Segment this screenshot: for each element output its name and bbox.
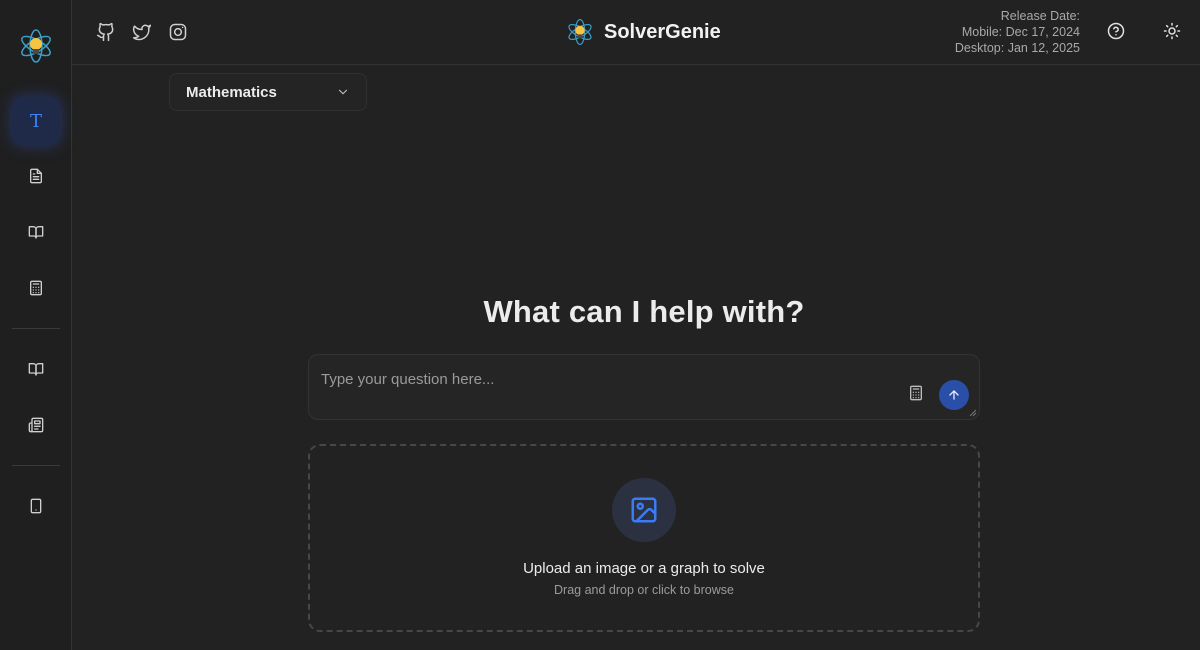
release-desktop: Desktop: Jan 12, 2025 xyxy=(954,41,1080,55)
twitter-link[interactable] xyxy=(132,22,152,42)
app-logo-icon[interactable] xyxy=(18,28,54,64)
chevron-down-icon xyxy=(338,89,348,95)
text-mode-icon: T xyxy=(29,110,42,132)
resize-handle-icon[interactable] xyxy=(969,409,977,417)
sidebar-item-library[interactable] xyxy=(12,345,60,393)
upload-title: Upload an image or a graph to solve xyxy=(523,560,765,577)
book-open-icon xyxy=(28,226,44,239)
release-label: Release Date: xyxy=(1000,9,1080,23)
image-icon xyxy=(631,497,657,523)
brand: SolverGenie xyxy=(566,18,721,46)
sidebar-divider xyxy=(12,465,60,466)
question-input[interactable] xyxy=(321,367,881,391)
app-title: SolverGenie xyxy=(604,20,721,43)
theme-toggle-button[interactable] xyxy=(1163,22,1183,42)
help-icon xyxy=(1107,22,1125,40)
app-logo-icon xyxy=(568,18,592,46)
release-mobile: Mobile: Dec 17, 2024 xyxy=(961,25,1080,39)
sidebar-item-text-mode[interactable]: T xyxy=(12,97,60,145)
sidebar-item-mobile[interactable] xyxy=(12,482,60,530)
help-button[interactable] xyxy=(1107,22,1127,42)
upload-icon-circle xyxy=(612,478,676,542)
sidebar-item-document[interactable] xyxy=(12,152,60,200)
instagram-icon xyxy=(169,23,187,41)
sidebar-item-book[interactable] xyxy=(12,208,60,256)
image-upload-dropzone[interactable]: Upload an image or a graph to solve Drag… xyxy=(308,444,980,632)
calculator-button[interactable] xyxy=(908,385,928,405)
release-info: Release Date: Mobile: Dec 17, 2024 Deskt… xyxy=(955,8,1080,56)
tablet-icon xyxy=(30,498,42,514)
instagram-link[interactable] xyxy=(168,22,188,42)
send-button[interactable] xyxy=(939,380,969,410)
upload-subtitle: Drag and drop or click to browse xyxy=(554,583,734,597)
page-title: What can I help with? xyxy=(483,294,805,329)
document-icon xyxy=(30,168,42,184)
arrow-up-icon xyxy=(949,390,959,400)
subject-select-value: Mathematics xyxy=(186,83,277,101)
book-open-icon xyxy=(28,363,44,376)
sidebar-item-news[interactable] xyxy=(12,401,60,449)
subject-select[interactable]: Mathematics xyxy=(169,73,367,111)
github-icon xyxy=(96,22,114,42)
github-link[interactable] xyxy=(96,22,116,42)
newspaper-icon xyxy=(28,417,44,433)
twitter-icon xyxy=(132,24,152,41)
sun-icon xyxy=(1163,22,1181,40)
calculator-icon xyxy=(910,385,922,401)
top-bar: SolverGenie Release Date: Mobile: Dec 17… xyxy=(72,0,1200,65)
question-box xyxy=(308,354,980,420)
